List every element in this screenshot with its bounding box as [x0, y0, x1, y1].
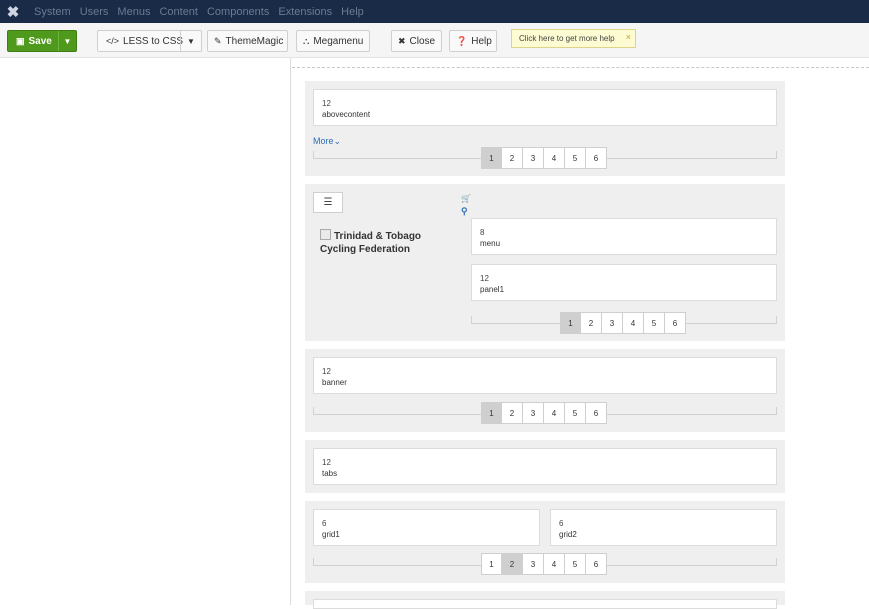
site-logo: Trinidad & Tobago Cycling Federation	[320, 229, 450, 256]
column-option[interactable]: 1	[481, 553, 502, 575]
thememagic-label: ThemeMagic	[225, 35, 284, 47]
admin-menubar: ✖ System Users Menus Content Components …	[0, 0, 869, 23]
help-tooltip: Click here to get more help ×	[511, 29, 636, 48]
column-option[interactable]: 6	[586, 553, 607, 575]
layout-section-abovecontent: 12 abovecontent More⌄ 1 2 3 4 5 6	[305, 81, 785, 176]
layout-section-tabs: 12 tabs	[305, 440, 785, 493]
joomla-logo-icon[interactable]: ✖	[0, 0, 26, 23]
block-name: abovecontent	[322, 110, 371, 119]
layout-section-header: ☰ Trinidad & Tobago Cycling Federation 🛒…	[305, 184, 785, 341]
column-option[interactable]: 2	[502, 402, 523, 424]
block-width: 12	[322, 367, 331, 376]
sitemap-icon: ⛬	[303, 35, 310, 46]
block-name: grid2	[559, 530, 577, 539]
column-option[interactable]: 5	[565, 147, 586, 169]
logo-alt-text: Trinidad & Tobago Cycling Federation	[320, 231, 422, 255]
help-label: Help	[471, 35, 492, 47]
block-width: 6	[322, 519, 327, 528]
column-option[interactable]: 3	[523, 147, 544, 169]
block-width: 8	[480, 228, 485, 237]
save-dropdown-toggle[interactable]: ▼	[58, 31, 76, 51]
column-option[interactable]: 6	[586, 147, 607, 169]
layout-section-next	[305, 591, 785, 609]
megamenu-button[interactable]: ⛬ Megamenu	[296, 30, 370, 52]
position-block[interactable]: 6 grid1	[313, 509, 540, 546]
block-width: 12	[322, 458, 331, 467]
menu-system[interactable]: System	[34, 6, 71, 18]
position-block[interactable]: 12 tabs	[313, 448, 777, 485]
column-option[interactable]: 1	[481, 147, 502, 169]
column-option[interactable]: 5	[644, 312, 665, 334]
menu-help[interactable]: Help	[341, 6, 364, 18]
column-option[interactable]: 4	[623, 312, 644, 334]
menu-components[interactable]: Components	[207, 6, 269, 18]
column-option[interactable]: 2	[581, 312, 602, 334]
broken-image-icon	[320, 229, 331, 240]
block-name: menu	[480, 239, 501, 248]
column-pager: 1 2 3 4 5 6	[481, 553, 607, 575]
save-button[interactable]: ▣ Save ▼	[7, 30, 77, 52]
column-option[interactable]: 4	[544, 553, 565, 575]
column-option[interactable]: 2	[502, 553, 523, 575]
column-option[interactable]: 2	[502, 147, 523, 169]
column-pager: 1 2 3 4 5 6	[481, 147, 607, 169]
block-width: 12	[480, 274, 489, 283]
block-name: tabs	[322, 469, 338, 478]
tooltip-close-icon[interactable]: ×	[626, 32, 631, 42]
position-block[interactable]: 8 menu	[471, 218, 777, 255]
block-name: grid1	[322, 530, 340, 539]
more-link[interactable]: More⌄	[313, 136, 341, 147]
column-option[interactable]: 4	[544, 402, 565, 424]
less-dropdown-toggle[interactable]: ▼	[180, 31, 201, 51]
close-icon: ✖	[398, 35, 406, 46]
code-icon: </>	[106, 36, 120, 46]
block-name: banner	[322, 378, 347, 387]
column-option[interactable]: 6	[586, 402, 607, 424]
magic-wand-icon: ✎	[214, 35, 222, 46]
column-pager: 1 2 3 4 5 6	[560, 312, 686, 334]
list-icon[interactable]: ☰	[313, 192, 343, 213]
less-label: LESS to CSS	[123, 35, 184, 47]
column-option[interactable]: 5	[565, 553, 586, 575]
help-button[interactable]: ❓ Help	[449, 30, 497, 52]
position-block[interactable]: 12 banner	[313, 357, 777, 394]
close-label: Close	[409, 35, 436, 47]
column-option[interactable]: 1	[560, 312, 581, 334]
question-icon: ❓	[456, 35, 468, 46]
menu-users[interactable]: Users	[80, 6, 109, 18]
chevron-down-icon: ⌄	[333, 136, 342, 146]
save-icon: ▣	[16, 35, 25, 46]
column-option[interactable]: 3	[523, 402, 544, 424]
column-option[interactable]: 3	[523, 553, 544, 575]
block-width: 12	[322, 99, 331, 108]
position-block[interactable]	[313, 599, 777, 609]
block-width: 6	[559, 519, 564, 528]
column-option[interactable]: 5	[565, 402, 586, 424]
toolbar: ▣ Save ▼ </> LESS to CSS ▼ ✎ ThemeMagic …	[0, 23, 869, 58]
search-icon[interactable]: ⚲	[461, 206, 468, 217]
close-button[interactable]: ✖ Close	[391, 30, 442, 52]
menu-menus[interactable]: Menus	[117, 6, 150, 18]
divider	[292, 67, 869, 68]
block-name: panel1	[480, 285, 505, 294]
column-option[interactable]: 6	[665, 312, 686, 334]
less-to-css-button[interactable]: </> LESS to CSS ▼	[97, 30, 202, 52]
left-panel	[0, 58, 291, 605]
column-option[interactable]: 1	[481, 402, 502, 424]
tooltip-text: Click here to get more help	[519, 34, 615, 43]
megamenu-label: Megamenu	[313, 35, 364, 47]
thememagic-button[interactable]: ✎ ThemeMagic	[207, 30, 288, 52]
save-label: Save	[28, 35, 52, 47]
column-option[interactable]: 3	[602, 312, 623, 334]
position-block[interactable]: 12 abovecontent	[313, 89, 777, 126]
column-option[interactable]: 4	[544, 147, 565, 169]
layout-section-banner: 12 banner 1 2 3 4 5 6	[305, 349, 785, 432]
cart-icon[interactable]: 🛒	[461, 194, 471, 203]
position-block[interactable]: 6 grid2	[550, 509, 777, 546]
menu-extensions[interactable]: Extensions	[278, 6, 332, 18]
position-block[interactable]: 12 panel1	[471, 264, 777, 301]
menu-content[interactable]: Content	[159, 6, 198, 18]
layout-section-grid: 6 grid1 6 grid2 1 2 3 4 5 6	[305, 501, 785, 583]
column-pager: 1 2 3 4 5 6	[481, 402, 607, 424]
